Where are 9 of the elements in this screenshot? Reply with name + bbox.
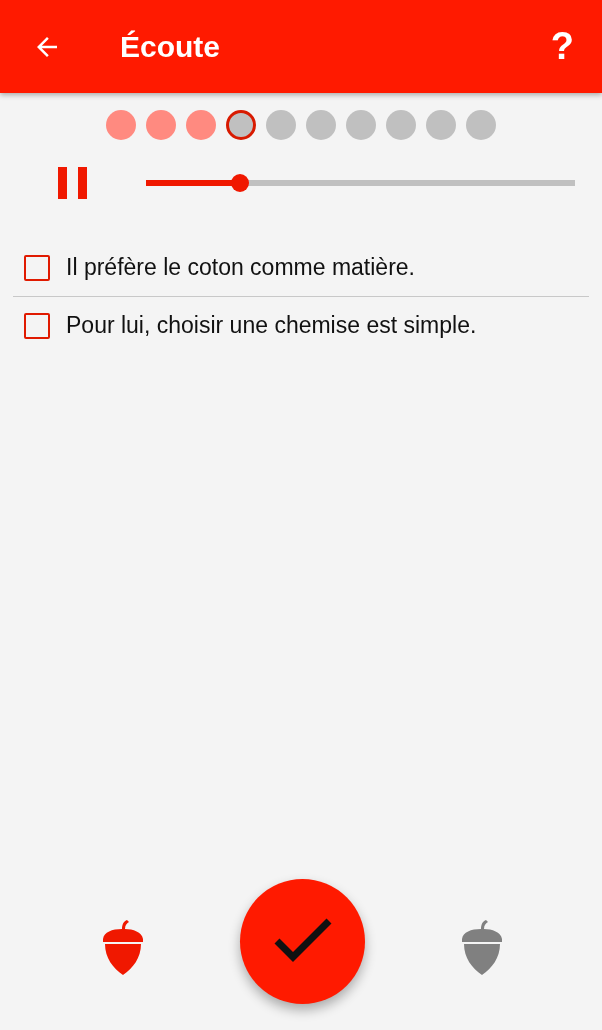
check-button[interactable] — [240, 879, 365, 1004]
screen-title: Écoute — [120, 29, 222, 64]
help-button[interactable]: ? — [542, 25, 582, 68]
answer-option[interactable]: Il préfère le coton comme matière. — [66, 254, 415, 281]
checkbox[interactable] — [24, 312, 50, 339]
audio-slider[interactable] — [146, 174, 575, 192]
checkbox[interactable] — [24, 254, 50, 281]
answer-option[interactable]: Pour lui, choisir une chemise est simple. — [66, 312, 477, 339]
pause-button[interactable] — [58, 167, 88, 199]
